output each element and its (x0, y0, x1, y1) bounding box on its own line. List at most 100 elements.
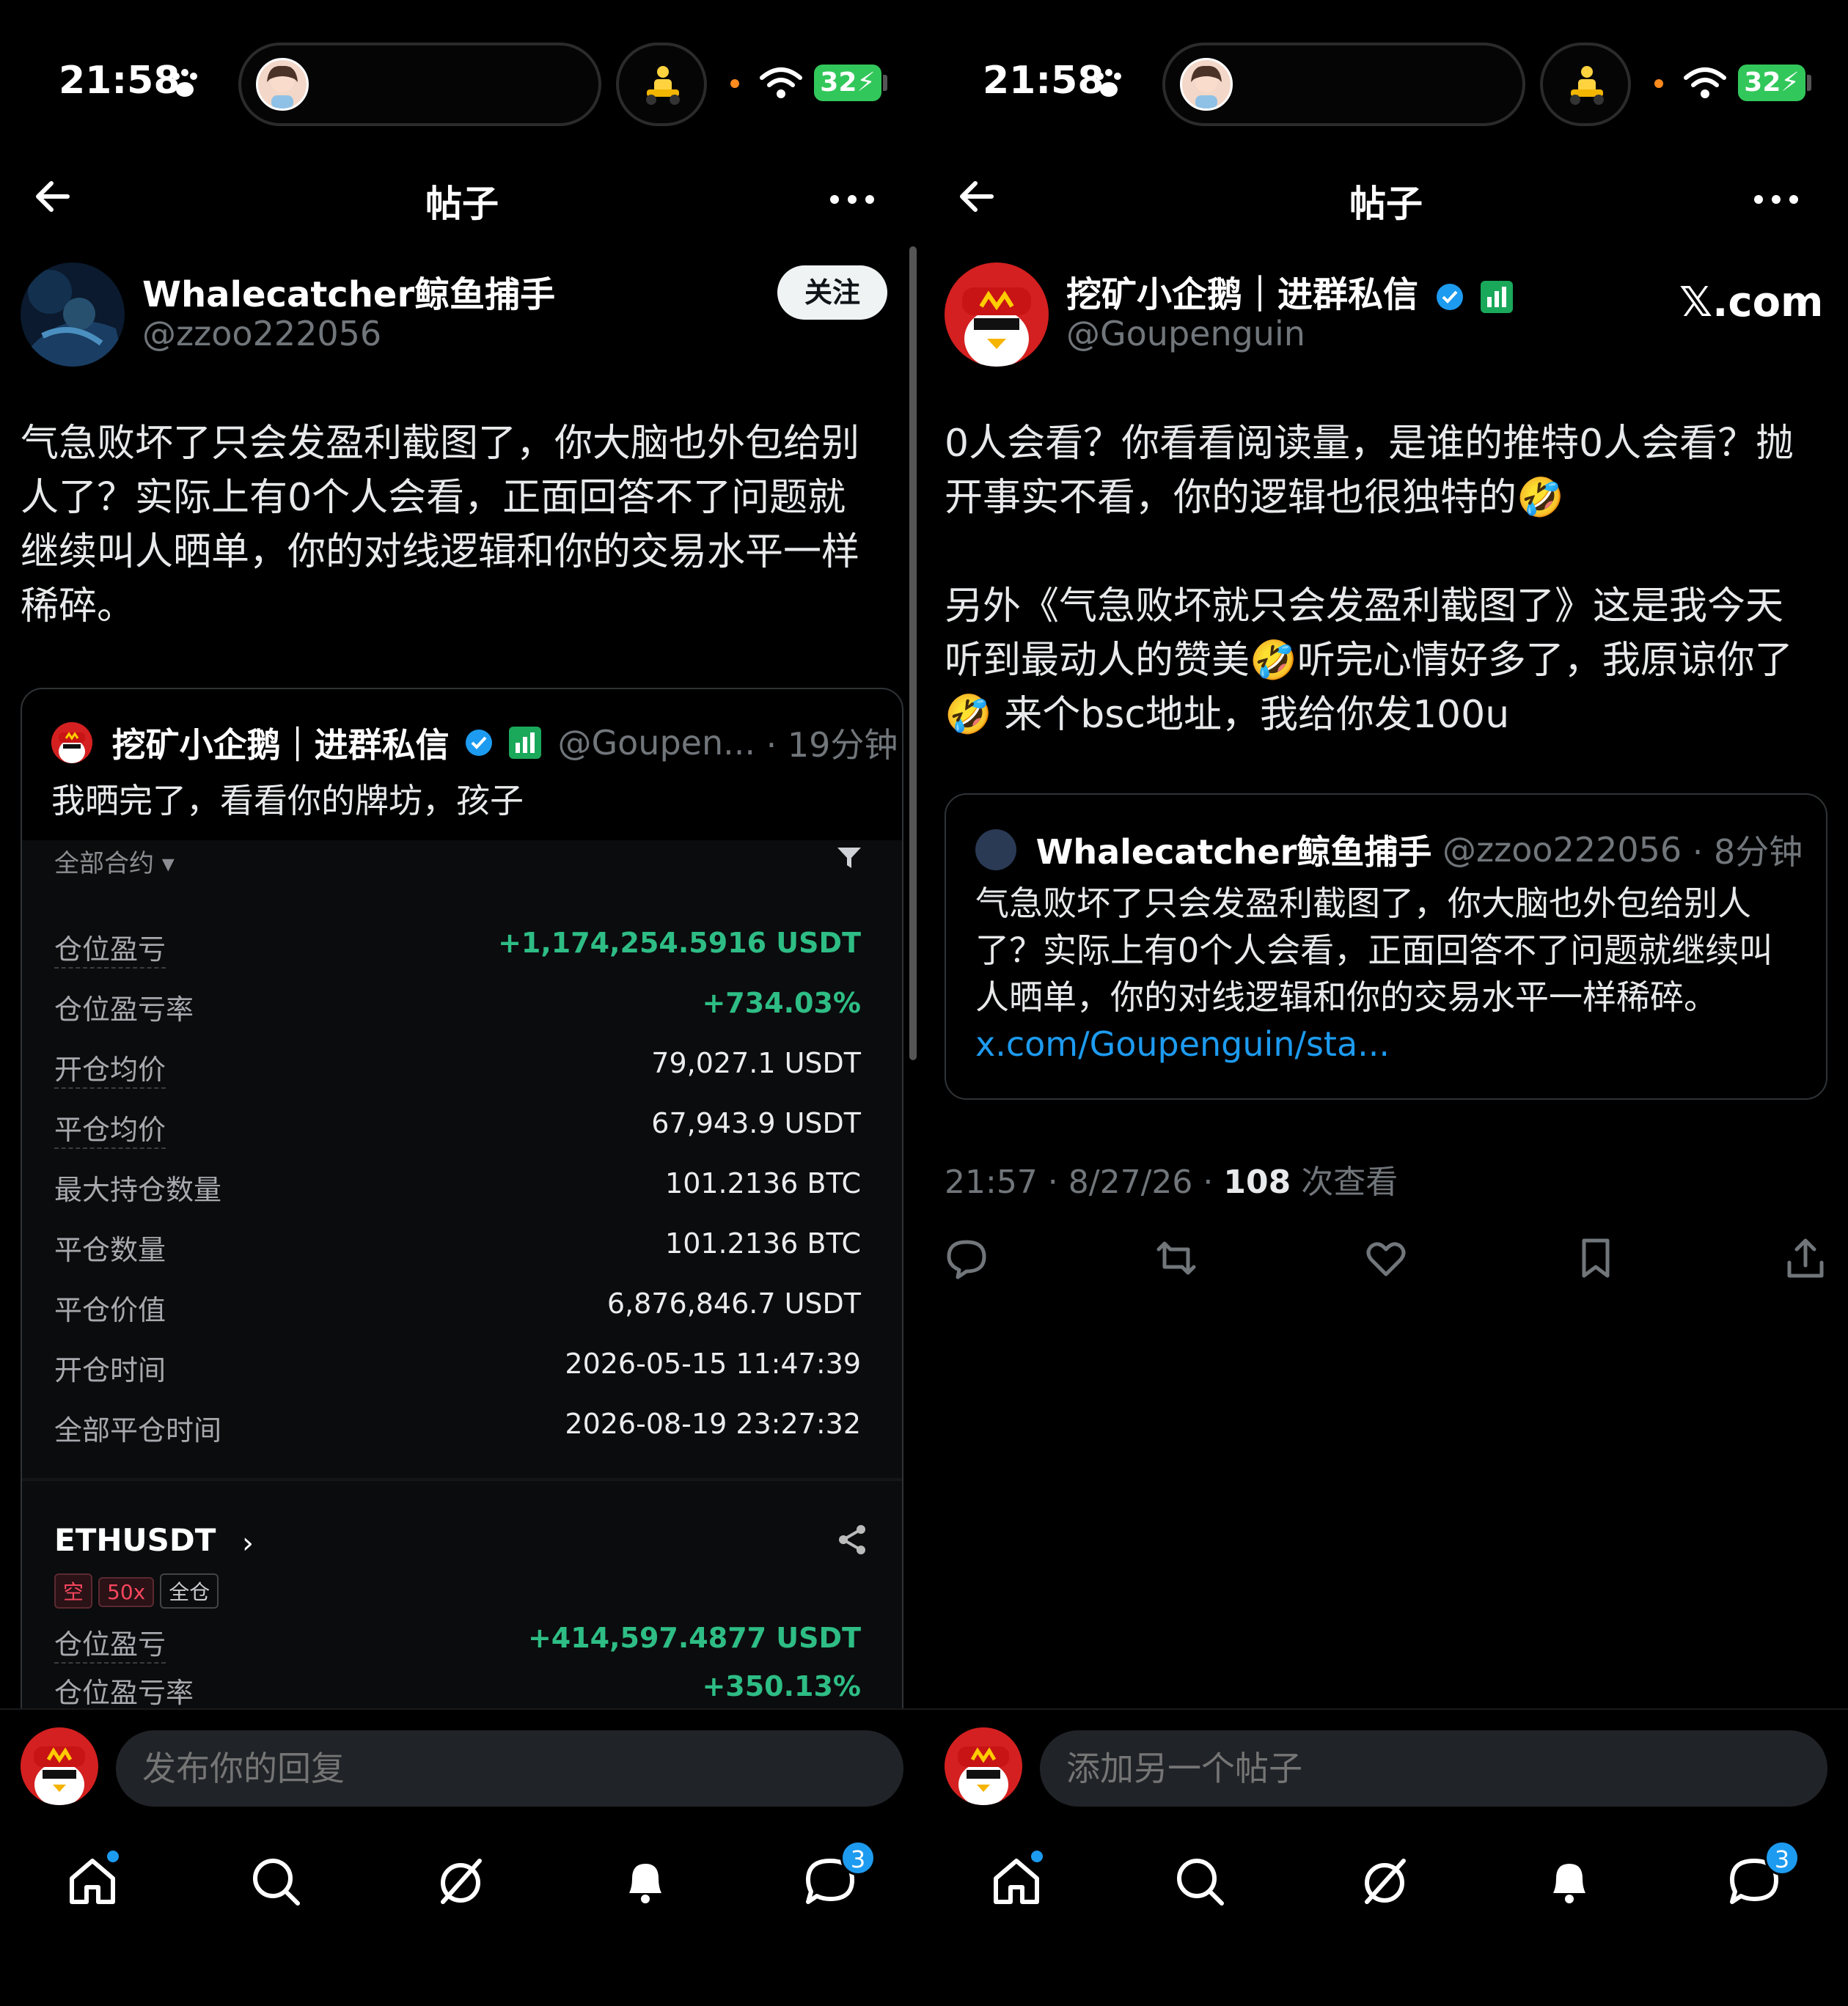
quoted-post-card[interactable]: Whalecatcher鲸鱼捕手 @zzoo222056 · 8分钟 气急败坏了… (945, 793, 1827, 1100)
top-header: 帖子 (924, 154, 1848, 242)
my-avatar[interactable] (21, 1727, 98, 1805)
quoted-author-handle: @zzoo222056 (1442, 830, 1682, 870)
author-handle[interactable]: @zzoo222056 (142, 314, 381, 353)
trade-stat-row: 仓位盈亏 +1,174,254.5916 USDT (54, 927, 861, 971)
quoted-post-time: · 19分钟 (766, 725, 898, 765)
notifications-icon[interactable] (616, 1852, 675, 1911)
privacy-indicator-dot (730, 79, 739, 88)
delivery-rider-icon (646, 66, 680, 105)
eth-pnl-label: 仓位盈亏 (54, 1622, 166, 1664)
chevron-right-icon: › (242, 1526, 254, 1560)
quoted-author-avatar (975, 829, 1016, 870)
reply-input[interactable] (116, 1730, 903, 1807)
trade-stat-value: +734.03% (702, 987, 861, 1019)
affiliate-badge-icon (1481, 281, 1514, 313)
author-avatar[interactable] (945, 262, 1049, 367)
quoted-post-body: 气急败坏了只会发盈利截图了，你大脑也外包给别人了？实际上有0个人会看，正面回答不… (975, 880, 1804, 1068)
eth-rate-value: +350.13% (702, 1670, 861, 1702)
messages-badge: 3 (1764, 1840, 1800, 1875)
my-avatar[interactable] (945, 1727, 1022, 1805)
notifications-icon[interactable] (1540, 1852, 1599, 1911)
post-body-text: 气急败坏了只会发盈利截图了，你大脑也外包给别 人了？实际上有0个人会看，正面回答… (21, 422, 860, 628)
delivery-rider-icon (1570, 66, 1604, 105)
bookmark-icon[interactable] (1574, 1236, 1618, 1280)
scrollbar[interactable] (909, 246, 917, 1060)
dynamic-island-pill[interactable] (1162, 43, 1525, 126)
right-phone-screen: 21:58 32⚡ 帖子 挖矿小企鹅｜进群私信 @Goupenguin 𝕏.co… (924, 0, 1848, 2006)
grok-icon[interactable] (431, 1852, 490, 1911)
more-icon[interactable] (829, 192, 876, 207)
trade-stat-label: 开仓均价 (54, 1047, 166, 1089)
quoted-post-link[interactable]: x.com/Goupenguin/sta... (975, 1024, 1390, 1064)
bottom-navigation: 3 (924, 1826, 1848, 2006)
trade-stat-label: 仓位盈亏率 (54, 993, 194, 1026)
grok-icon[interactable] (1355, 1852, 1414, 1911)
trade-stat-row: 开仓均价 79,027.1 USDT (54, 1047, 861, 1091)
battery-tip (883, 75, 887, 91)
status-time: 21:58 (983, 59, 1104, 103)
share-nodes-icon (839, 1525, 865, 1554)
quoted-author-name: 挖矿小企鹅｜进群私信 (111, 725, 450, 765)
delivery-live-activity[interactable] (1540, 43, 1631, 126)
section-divider (22, 1478, 902, 1481)
quoted-author-name: Whalecatcher鲸鱼捕手 (1035, 832, 1432, 872)
view-count: 108 (1223, 1164, 1291, 1201)
post-timestamp: 21:57 · 8/27/26 · (945, 1164, 1224, 1201)
page-title: 帖子 (425, 183, 499, 225)
delivery-live-activity[interactable] (616, 43, 707, 126)
contact-avatar (256, 58, 309, 111)
search-icon[interactable] (1170, 1852, 1229, 1911)
follow-button[interactable]: 关注 (777, 265, 887, 320)
dynamic-island-pill[interactable] (238, 43, 601, 126)
affiliate-badge-icon (508, 727, 541, 759)
quoted-post-text: 我晒完了，看看你的牌坊，孩子 (51, 781, 524, 820)
author-handle[interactable]: @Goupenguin (1066, 314, 1305, 353)
wifi-icon (1684, 67, 1726, 98)
position-tags: 空 50x 全仓 (54, 1573, 224, 1609)
contract-filter-label: 全部合约 ▾ (54, 849, 175, 878)
home-unread-dot (107, 1851, 119, 1862)
paw-icon (1096, 69, 1121, 97)
trade-stat-label: 仓位盈亏 (54, 927, 166, 969)
top-header: 帖子 (0, 154, 924, 242)
quoted-post-card[interactable]: 挖矿小企鹅｜进群私信 @Goupen... · 19分钟 我晒完了，看看你的牌坊… (21, 688, 903, 1729)
trade-stat-row: 平仓价值 6,876,846.7 USDT (54, 1287, 861, 1331)
verified-badge-icon (466, 730, 493, 756)
trade-stat-row: 仓位盈亏率 +734.03% (54, 987, 861, 1031)
trade-stat-label: 最大持仓数量 (54, 1174, 222, 1206)
search-icon[interactable] (246, 1852, 305, 1911)
quoted-post-header: Whalecatcher鲸鱼捕手 @zzoo222056 · 8分钟 (975, 826, 1803, 874)
like-icon[interactable] (1364, 1236, 1408, 1280)
trade-stat-label: 平仓价值 (54, 1294, 166, 1326)
status-bar: 21:58 32⚡ (924, 37, 1848, 132)
trade-stat-value: 6,876,846.7 USDT (606, 1287, 861, 1320)
share-icon[interactable] (1783, 1236, 1827, 1280)
eth-pnl-row: 仓位盈亏 +414,597.4877 USDT (54, 1622, 861, 1666)
eth-symbol: ETHUSDT (54, 1522, 216, 1558)
wifi-icon (760, 67, 802, 98)
reply-bar (0, 1708, 924, 1826)
quoted-post-header: 挖矿小企鹅｜进群私信 @Goupen... · 19分钟 (51, 719, 898, 765)
reply-icon[interactable] (945, 1236, 989, 1280)
eth-rate-row: 仓位盈亏率 +350.13% (54, 1670, 861, 1714)
view-count-label: 次查看 (1291, 1164, 1398, 1201)
quoted-author-avatar (51, 722, 92, 763)
more-icon[interactable] (1753, 192, 1800, 207)
trade-stat-row: 平仓均价 67,943.9 USDT (54, 1107, 861, 1151)
trade-stat-value: 2026-08-19 23:27:32 (565, 1408, 861, 1440)
verified-badge-icon (1436, 284, 1463, 310)
author-name[interactable]: Whalecatcher鲸鱼捕手 (142, 265, 555, 317)
trade-stat-value: 2026-05-15 11:47:39 (565, 1348, 861, 1380)
author-avatar[interactable] (21, 262, 125, 367)
status-time: 21:58 (59, 59, 180, 103)
status-bar: 21:58 32⚡ (0, 37, 924, 132)
repost-icon[interactable] (1154, 1236, 1198, 1280)
quoted-post-text: 气急败坏了只会发盈利截图了，你大脑也外包给别人了？实际上有0个人会看，正面回答不… (975, 883, 1773, 1017)
battery-level: 32 (1744, 67, 1781, 98)
post-meta: 21:57 · 8/27/26 · 108 次查看 (945, 1156, 1398, 1202)
trade-stat-label: 开仓时间 (54, 1354, 166, 1386)
reply-input[interactable] (1040, 1730, 1827, 1807)
privacy-indicator-dot (1654, 79, 1663, 88)
author-name-row[interactable]: 挖矿小企鹅｜进群私信 (1066, 265, 1519, 317)
tag-cross-margin: 全仓 (160, 1573, 219, 1609)
